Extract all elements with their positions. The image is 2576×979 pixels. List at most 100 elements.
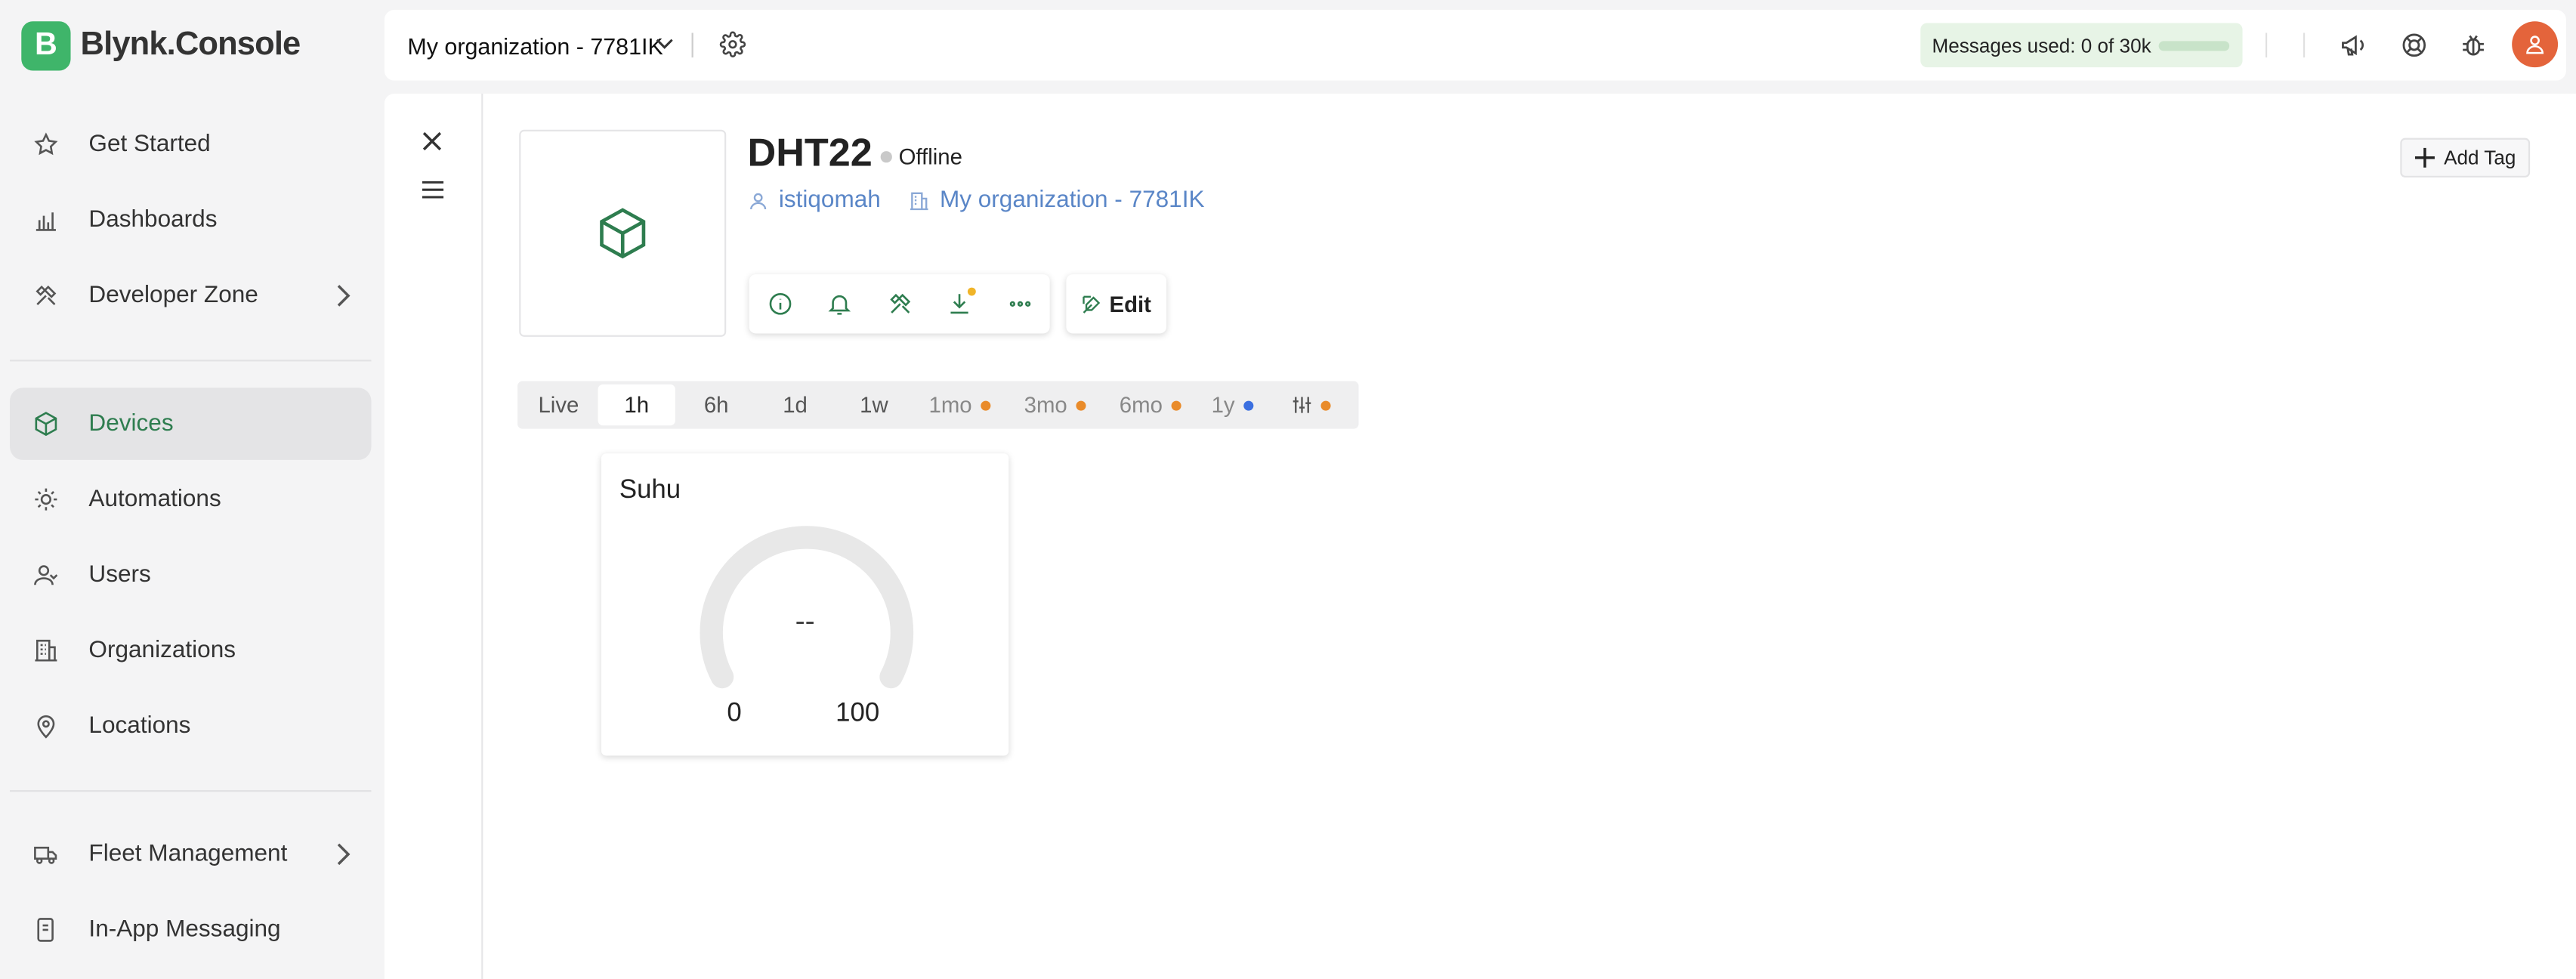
sidebar-item-organizations[interactable]: Organizations xyxy=(10,614,371,687)
time-range-1y[interactable]: 1y xyxy=(1203,381,1262,429)
org-selector[interactable]: My organization - 7781IK xyxy=(407,32,663,59)
time-range-label: 6mo xyxy=(1119,392,1163,418)
time-range-1mo[interactable]: 1mo xyxy=(920,381,999,429)
blynk-logo-icon[interactable]: B xyxy=(21,21,71,71)
time-range-1w[interactable]: 1w xyxy=(836,381,912,429)
sidebar-item-label: Fleet Management xyxy=(88,841,288,868)
sidebar-divider xyxy=(10,360,372,362)
time-range-label: 6h xyxy=(703,392,729,418)
user-icon xyxy=(748,190,769,211)
sidebar: B Blynk.Console Get Started Dashboards D… xyxy=(0,0,383,979)
announcement-megaphone-icon[interactable] xyxy=(2340,31,2368,59)
device-page: DHT22 Offline istiqomah My organization … xyxy=(384,93,2576,979)
device-owner: istiqomah xyxy=(778,187,881,214)
status-dot xyxy=(880,151,892,163)
time-range-6mo[interactable]: 6mo xyxy=(1110,381,1189,429)
sidebar-item-label: Developer Zone xyxy=(88,283,258,309)
gauge-min: 0 xyxy=(727,700,742,728)
sidebar-item-label: Get Started xyxy=(88,131,211,158)
org-name: My organization - 7781IK xyxy=(407,32,663,60)
gauge-max: 100 xyxy=(836,700,880,728)
chevron-right-icon xyxy=(332,283,354,309)
edit-dashboard-icon xyxy=(1082,293,1103,314)
sidebar-item-fleet-management[interactable]: Fleet Management xyxy=(10,818,371,891)
menu-hamburger-icon[interactable] xyxy=(422,181,444,199)
add-tag-label: Add Tag xyxy=(2444,146,2516,169)
sidebar-item-label: In-App Messaging xyxy=(88,916,281,943)
sidebar-item-devices[interactable]: Devices xyxy=(10,388,372,460)
panel-divider xyxy=(481,93,483,979)
app-name[interactable]: Blynk.Console xyxy=(81,26,301,64)
time-range-6h[interactable]: 6h xyxy=(678,381,754,429)
building-icon xyxy=(31,636,60,666)
sidebar-item-developer-zone[interactable]: Developer Zone xyxy=(10,260,371,332)
time-range-1h[interactable]: 1h xyxy=(598,384,675,426)
bell-notification-icon[interactable] xyxy=(826,291,853,317)
time-range-label: 1h xyxy=(624,392,650,418)
time-range-3mo[interactable]: 3mo xyxy=(1015,381,1094,429)
user-avatar[interactable] xyxy=(2512,21,2559,68)
automation-icon xyxy=(31,485,60,514)
add-tag-button[interactable]: Add Tag xyxy=(2400,137,2531,178)
time-range-label: 1y xyxy=(1211,392,1235,418)
time-range-label: 1d xyxy=(783,392,808,418)
header-divider xyxy=(2303,32,2306,58)
sidebar-item-locations[interactable]: Locations xyxy=(10,690,371,762)
cube-icon xyxy=(595,205,650,261)
messaging-icon xyxy=(31,915,60,944)
settings-gear-icon[interactable] xyxy=(719,31,746,57)
sidebar-item-in-app-messaging[interactable]: In-App Messaging xyxy=(10,894,371,966)
time-range-live[interactable]: Live xyxy=(524,381,593,429)
notification-dot xyxy=(967,287,976,296)
sidebar-divider xyxy=(10,790,372,792)
plus-icon xyxy=(2414,147,2435,168)
tools-icon[interactable] xyxy=(887,291,913,317)
truck-icon xyxy=(31,839,60,869)
device-name: DHT22 xyxy=(747,131,873,176)
bug-report-icon[interactable] xyxy=(2460,31,2488,59)
gauge-widget[interactable]: Suhu -- 0 100 xyxy=(601,453,1009,756)
edit-dashboard-button[interactable]: Edit xyxy=(1066,274,1167,334)
sidebar-item-label: Automations xyxy=(88,486,221,513)
sidebar-item-label: Organizations xyxy=(88,637,236,664)
sidebar-item-label: Devices xyxy=(88,410,174,437)
device-image xyxy=(519,129,727,337)
time-range-label: 1mo xyxy=(928,392,972,418)
premium-dot xyxy=(1075,400,1086,410)
header-divider xyxy=(691,32,693,58)
sidebar-item-label: Dashboards xyxy=(88,207,218,233)
widget-title: Suhu xyxy=(619,476,681,505)
time-range-1d[interactable]: 1d xyxy=(758,381,833,429)
premium-dot xyxy=(980,400,990,410)
chevron-down-icon[interactable] xyxy=(656,38,674,51)
tools-icon xyxy=(31,281,60,310)
more-options-icon[interactable] xyxy=(1007,291,1033,317)
gauge-value: -- xyxy=(795,604,815,638)
time-range-selector: Live 1h 6h 1d 1w 1mo 3mo 6mo 1y xyxy=(517,381,1359,429)
cube-icon xyxy=(31,409,60,439)
edit-label: Edit xyxy=(1109,292,1151,317)
premium-dot xyxy=(1243,400,1253,410)
sidebar-item-dashboards[interactable]: Dashboards xyxy=(10,184,371,257)
messages-usage[interactable]: Messages used: 0 of 30k xyxy=(1920,23,2243,68)
chevron-right-icon xyxy=(332,841,354,867)
sidebar-item-get-started[interactable]: Get Started xyxy=(10,109,371,181)
device-organization-link[interactable]: My organization - 7781IK xyxy=(909,187,1205,214)
sidebar-item-label: Users xyxy=(88,561,151,588)
bar-chart-icon xyxy=(31,205,60,235)
premium-dot xyxy=(1320,400,1331,410)
custom-range-button[interactable] xyxy=(1283,381,1339,429)
users-icon xyxy=(31,561,60,590)
sidebar-item-automations[interactable]: Automations xyxy=(10,463,371,536)
info-icon[interactable] xyxy=(768,291,794,317)
sidebar-item-label: Locations xyxy=(88,712,191,740)
device-owner-link[interactable]: istiqomah xyxy=(748,187,881,214)
messages-usage-bar xyxy=(2158,41,2230,51)
close-icon[interactable] xyxy=(422,131,442,151)
building-icon xyxy=(909,190,930,211)
sidebar-item-users[interactable]: Users xyxy=(10,539,371,611)
device-status: Offline xyxy=(880,144,962,169)
header-divider xyxy=(2265,32,2268,58)
status-text: Offline xyxy=(898,144,962,169)
help-lifebuoy-icon[interactable] xyxy=(2400,31,2428,59)
